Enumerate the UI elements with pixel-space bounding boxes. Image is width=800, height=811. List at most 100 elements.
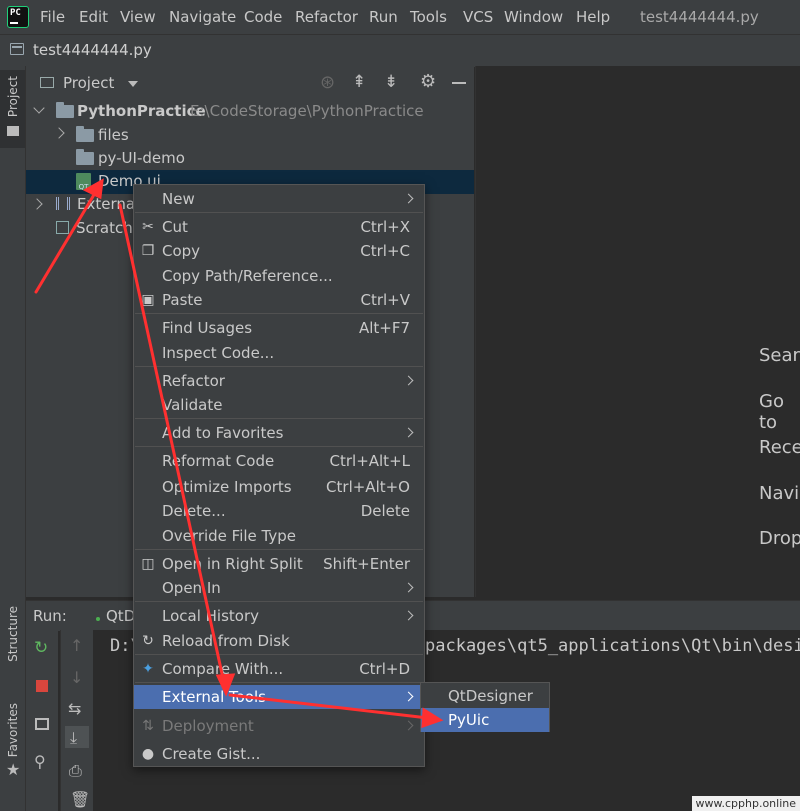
github-icon: ● xyxy=(141,746,155,762)
menu-code[interactable]: Code xyxy=(244,8,282,26)
pin-icon[interactable]: ⚲ xyxy=(34,752,46,771)
menu-item-refactor[interactable]: Refactor xyxy=(134,369,424,393)
menu-tools[interactable]: Tools xyxy=(410,8,447,26)
chevron-right-icon xyxy=(403,193,414,204)
menu-separator xyxy=(135,549,423,550)
gear-icon[interactable]: ⚙ xyxy=(420,71,436,92)
menu-item-validate[interactable]: Validate xyxy=(134,393,424,417)
soft-wrap-icon[interactable]: ⇆ xyxy=(68,699,81,718)
menu-help[interactable]: Help xyxy=(576,8,610,26)
menu-file[interactable]: File xyxy=(40,8,65,26)
layout-icon[interactable] xyxy=(35,718,49,730)
stripe-favorites-label[interactable]: Favorites xyxy=(6,703,20,757)
run-toolbar-primary: ↻ ⚲ xyxy=(26,630,58,811)
menu-item-inspect-code[interactable]: Inspect Code... xyxy=(134,341,424,365)
hint-navigation: Navi xyxy=(759,483,800,504)
hint-drop: Drop xyxy=(759,528,800,549)
menu-item-create-gist[interactable]: ● Create Gist... xyxy=(134,742,424,766)
menu-item-add-to-favorites[interactable]: Add to Favorites xyxy=(134,421,424,445)
chevron-right-icon xyxy=(403,427,414,438)
left-tool-stripe xyxy=(0,66,26,811)
menu-refactor[interactable]: Refactor xyxy=(295,8,358,26)
dropdown-icon[interactable] xyxy=(128,81,138,87)
menu-separator xyxy=(135,682,423,683)
menu-item-new[interactable]: New xyxy=(134,187,424,211)
stop-icon[interactable] xyxy=(36,680,48,692)
menu-vcs[interactable]: VCS xyxy=(463,8,493,26)
menu-separator xyxy=(135,212,423,213)
menu-separator xyxy=(135,446,423,447)
scroll-to-end-icon: ⤓ xyxy=(70,728,78,747)
stripe-project-label: Project xyxy=(6,76,20,118)
deployment-icon: ⇅ xyxy=(142,718,154,734)
tree-item-py-ui-demo[interactable]: py-UI-demo xyxy=(98,149,185,167)
chevron-right-icon xyxy=(403,691,414,702)
menu-view[interactable]: View xyxy=(120,8,156,26)
menu-item-open-in[interactable]: Open In xyxy=(134,576,424,600)
scissors-icon: ✂ xyxy=(142,219,154,235)
folder-icon xyxy=(56,102,74,118)
menu-item-reformat-code[interactable]: Reformat Code Ctrl+Alt+L xyxy=(134,449,424,473)
window-title: test4444444.py xyxy=(640,8,759,26)
menu-run[interactable]: Run xyxy=(369,8,398,26)
folder-icon xyxy=(7,126,19,136)
menu-window[interactable]: Window xyxy=(504,8,563,26)
print-icon[interactable]: ⎙ xyxy=(69,761,82,781)
menu-separator xyxy=(135,313,423,314)
menu-item-compare-with[interactable]: ✦ Compare With... Ctrl+D xyxy=(134,657,424,681)
python-file-icon xyxy=(10,43,24,55)
hint-goto: Go to xyxy=(759,391,784,433)
stripe-project-button[interactable]: Project xyxy=(0,70,25,148)
menu-item-find-usages[interactable]: Find Usages Alt+F7 xyxy=(134,316,424,340)
watermark: www.cpphp.online xyxy=(691,796,800,811)
arrow-up-icon[interactable]: ↑ xyxy=(70,636,83,655)
menu-separator xyxy=(135,366,423,367)
editor-empty-area xyxy=(475,66,800,597)
file-tab-label[interactable]: test4444444.py xyxy=(33,41,152,59)
folder-icon xyxy=(76,149,94,165)
project-panel-header: Project ⊛ ⇞ ⇟ ⚙ xyxy=(26,66,474,101)
running-indicator-icon xyxy=(96,617,100,621)
submenu-item-pyuic[interactable]: PyUic xyxy=(421,708,549,732)
menu-item-optimize-imports[interactable]: Optimize Imports Ctrl+Alt+O xyxy=(134,475,424,499)
tree-root-name[interactable]: PythonPractice xyxy=(77,102,206,120)
tree-item-external[interactable]: External xyxy=(77,195,139,213)
trash-icon[interactable]: 🗑 xyxy=(70,790,90,809)
menu-item-deployment: ⇅ Deployment xyxy=(134,714,424,738)
context-menu: New ✂ Cut Ctrl+X ❐ Copy Ctrl+C Copy Path/Ref… xyxy=(133,184,425,767)
menu-item-copy[interactable]: ❐ Copy Ctrl+C xyxy=(134,239,424,263)
pycharm-logo-icon: PC xyxy=(7,6,29,28)
menu-item-external-tools[interactable]: External Tools xyxy=(134,685,424,709)
minimize-icon[interactable] xyxy=(452,82,466,84)
submenu-item-qtdesigner[interactable]: QtDesigner xyxy=(421,684,549,708)
hint-search: Searc xyxy=(759,345,800,366)
compare-icon: ✦ xyxy=(142,661,154,677)
locate-icon[interactable]: ⊛ xyxy=(320,72,335,93)
run-tab-qtdesigner[interactable]: QtD xyxy=(106,607,135,625)
stripe-structure-label[interactable]: Structure xyxy=(6,606,20,662)
arrow-down-icon[interactable]: ↓ xyxy=(70,668,83,687)
collapse-all-icon[interactable]: ⇟ xyxy=(384,72,398,92)
project-panel-title[interactable]: Project xyxy=(63,74,114,92)
menu-item-open-right-split[interactable]: ◫ Open in Right Split Shift+Enter xyxy=(134,552,424,576)
hint-recent: Rece xyxy=(759,437,800,458)
copy-icon: ❐ xyxy=(141,243,155,259)
menu-item-reload-from-disk[interactable]: ↻ Reload from Disk xyxy=(134,629,424,653)
menu-item-cut[interactable]: ✂ Cut Ctrl+X xyxy=(134,215,424,239)
rerun-icon[interactable]: ↻ xyxy=(34,638,48,658)
expand-all-icon[interactable]: ⇞ xyxy=(352,72,366,92)
menu-item-paste[interactable]: ▣ Paste Ctrl+V xyxy=(134,288,424,312)
library-icon xyxy=(56,197,70,210)
menu-item-delete[interactable]: Delete... Delete xyxy=(134,499,424,523)
menu-edit[interactable]: Edit xyxy=(79,8,108,26)
external-tools-submenu: QtDesigner PyUic xyxy=(420,682,550,732)
menu-item-local-history[interactable]: Local History xyxy=(134,604,424,628)
tree-item-files[interactable]: files xyxy=(98,126,129,144)
menu-item-override-file-type[interactable]: Override File Type xyxy=(134,524,424,548)
chevron-right-icon xyxy=(403,582,414,593)
menu-navigate[interactable]: Navigate xyxy=(169,8,236,26)
scratches-icon xyxy=(56,221,69,234)
menu-item-copy-path[interactable]: Copy Path/Reference... xyxy=(134,264,424,288)
menu-separator xyxy=(135,601,423,602)
run-label: Run: xyxy=(33,607,67,625)
